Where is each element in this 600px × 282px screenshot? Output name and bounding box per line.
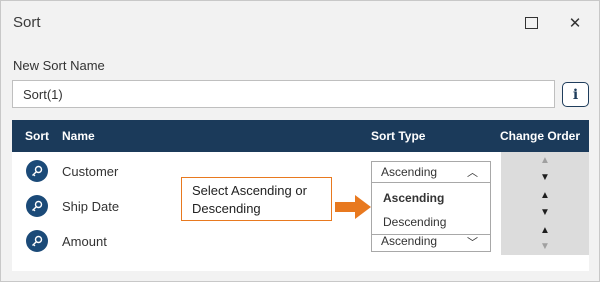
move-down-button[interactable]: ▼: [501, 241, 589, 260]
header-name: Name: [62, 129, 95, 143]
sort-key-icon: [26, 230, 48, 252]
info-button[interactable]: i: [562, 82, 589, 107]
maximize-icon: [524, 17, 538, 29]
dropdown-option-descending[interactable]: Descending: [383, 215, 446, 229]
sort-table-header: Sort Name Sort Type Change Order: [12, 120, 589, 152]
sort-type-value: Ascending: [381, 165, 438, 179]
header-sort: Sort: [25, 129, 49, 143]
sort-key-icon: [26, 195, 48, 217]
instruction-callout: Select Ascending or Descending: [181, 177, 332, 221]
move-down-button[interactable]: ▼: [501, 172, 589, 191]
move-down-button[interactable]: ▼: [501, 207, 589, 226]
callout-arrow-icon: [335, 195, 371, 219]
header-change-order: Change Order: [500, 129, 581, 143]
sort-name-label: New Sort Name: [13, 58, 105, 73]
change-order-column: ▲ ▼ ▲ ▼ ▲ ▼: [501, 152, 589, 255]
chevron-up-icon: ︿: [467, 167, 478, 179]
sort-key-icon: [26, 160, 48, 182]
row-name: Amount: [62, 234, 107, 249]
chevron-down-icon: ﹀: [467, 237, 478, 249]
dialog-titlebar: Sort ✕: [1, 1, 599, 47]
callout-text-line1: Select Ascending or: [192, 183, 307, 198]
callout-text-line2: Descending: [192, 201, 261, 216]
close-icon: ✕: [568, 14, 582, 32]
sort-type-value: Ascending: [381, 234, 438, 248]
sort-type-select[interactable]: Ascending ︿: [371, 161, 491, 183]
sort-name-input[interactable]: [12, 80, 555, 108]
dialog-title: Sort: [13, 14, 41, 31]
dropdown-option-ascending[interactable]: Ascending: [383, 191, 444, 205]
row-name: Ship Date: [62, 199, 120, 214]
row-name: Customer: [62, 164, 119, 179]
sort-dialog: Sort ✕ New Sort Name i Sort Name Sort Ty…: [0, 0, 600, 282]
info-icon: i: [572, 86, 579, 103]
sort-type-dropdown-list: Ascending Descending: [371, 182, 491, 235]
header-sort-type: Sort Type: [371, 129, 426, 143]
close-button[interactable]: ✕: [564, 12, 586, 34]
maximize-button[interactable]: [520, 12, 542, 34]
